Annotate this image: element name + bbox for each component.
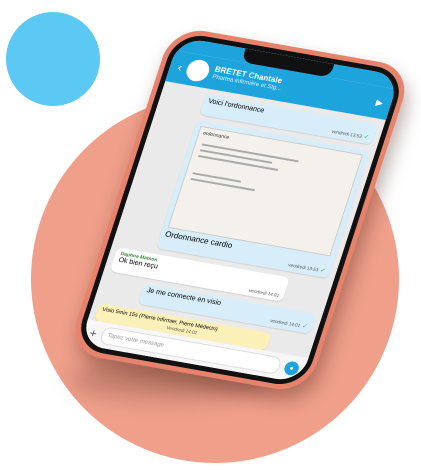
back-arrow-icon[interactable]: ‹ (176, 60, 184, 74)
camera-icon[interactable]: ● (282, 360, 301, 377)
read-check-icon: ✓ (301, 323, 308, 331)
decorative-blue-circle (6, 12, 100, 106)
video-camera-icon[interactable]: ▶ (374, 97, 385, 109)
document-line (190, 177, 256, 192)
read-check-icon: ✓ (319, 267, 327, 275)
read-check-icon: ✓ (362, 134, 370, 142)
plus-icon[interactable]: + (88, 326, 99, 341)
avatar[interactable] (183, 58, 213, 84)
message-bubble-document[interactable]: ordonnance Ordonnance cardio vendredi 13… (155, 120, 370, 279)
